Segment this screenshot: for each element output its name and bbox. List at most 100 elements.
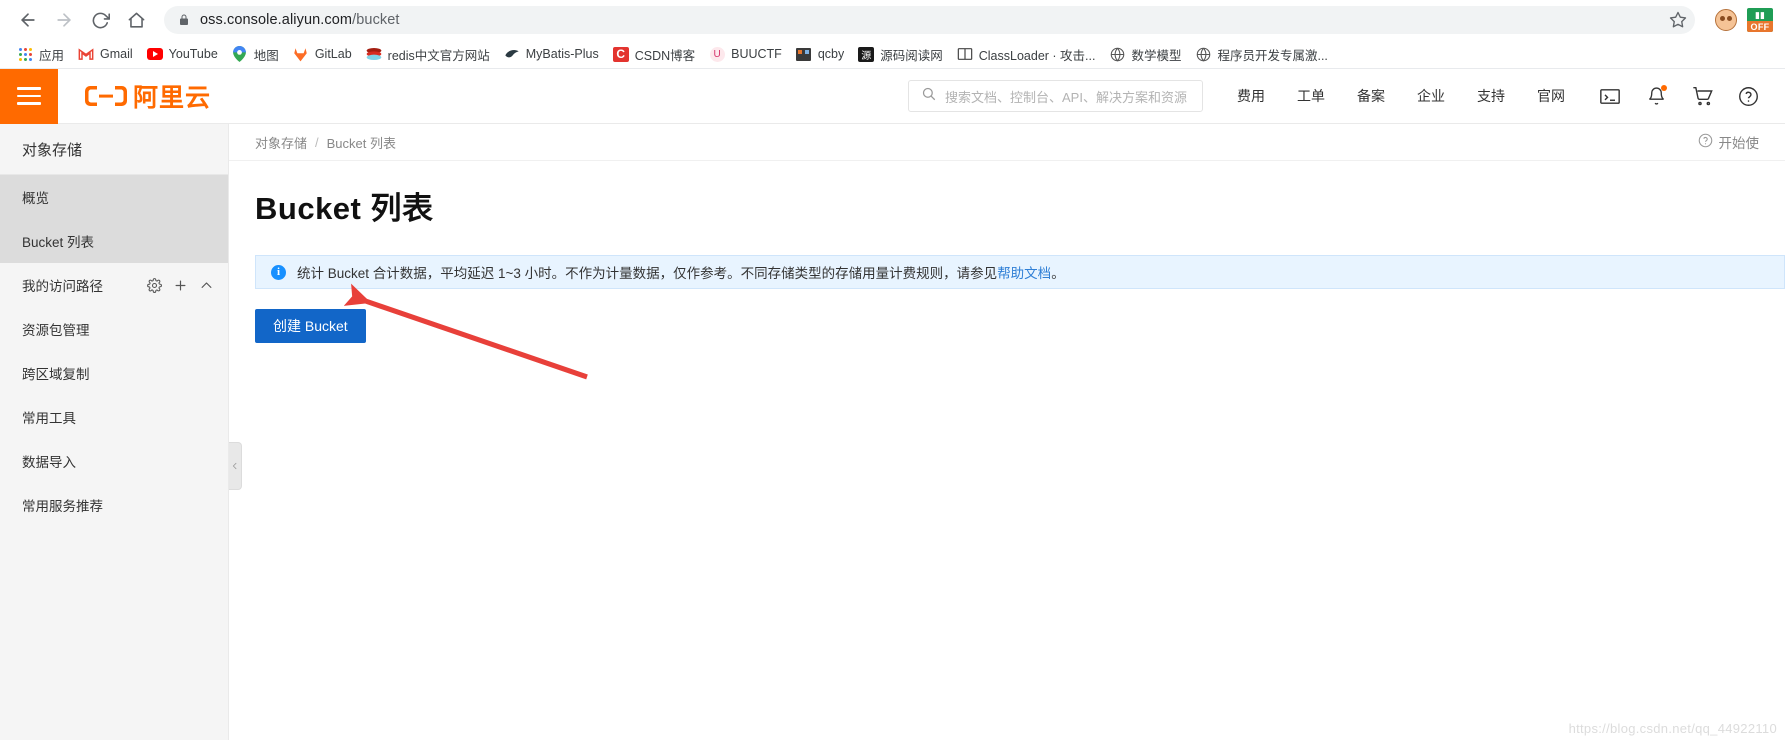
search-placeholder: 搜索文档、控制台、API、解决方案和资源 — [945, 89, 1187, 105]
bookmark-maps[interactable]: 地图 — [225, 42, 286, 67]
info-banner-text-after: 。 — [1051, 266, 1065, 281]
sidebar-item-label: 我的访问路径 — [22, 279, 103, 294]
create-bucket-button[interactable]: 创建 Bucket — [255, 309, 366, 343]
info-banner: i 统计 Bucket 合计数据，平均延迟 1~3 小时。不作为计量数据，仅作参… — [255, 255, 1785, 289]
breadcrumb-root[interactable]: 对象存储 — [255, 133, 307, 152]
header-nav-fee[interactable]: 费用 — [1221, 86, 1281, 106]
browser-toolbar: oss.console.aliyun.com/bucket ▮▮ OFF — [0, 0, 1785, 40]
lock-icon — [178, 13, 190, 27]
extension-off-icon[interactable]: ▮▮ OFF — [1747, 7, 1773, 33]
bookmark-label: 程序员开发专属激... — [1217, 48, 1328, 63]
sidebar-item-data-import[interactable]: 数据导入 — [0, 439, 228, 483]
buuctf-icon: U — [709, 46, 725, 62]
bookmark-redis[interactable]: redis中文官方网站 — [359, 42, 497, 67]
sidebar-item-bucket-list[interactable]: Bucket 列表 — [0, 219, 228, 263]
bookmark-apps[interactable]: 应用 — [10, 42, 71, 67]
bookmark-label: 应用 — [39, 48, 65, 63]
bookmarks-bar: 应用 Gmail YouTube 地图 GitLab redis中文官方网站 M… — [0, 40, 1785, 69]
bookmark-label: YouTube — [168, 47, 218, 61]
gitlab-icon — [293, 46, 309, 62]
search-icon — [921, 86, 936, 106]
source-read-icon: 源 — [858, 46, 875, 62]
sidebar-item-recommended-services[interactable]: 常用服务推荐 — [0, 483, 228, 527]
bookmark-math-model[interactable]: 数学模型 — [1102, 42, 1188, 67]
home-icon[interactable] — [120, 4, 152, 36]
bookmark-mybatis-plus[interactable]: MyBatis-Plus — [497, 43, 606, 65]
sidebar-collapse-handle[interactable] — [229, 442, 242, 490]
bookmark-dev-activation[interactable]: 程序员开发专属激... — [1188, 42, 1334, 67]
url-text: oss.console.aliyun.com/bucket — [200, 12, 400, 28]
bookmark-label: qcby — [817, 47, 845, 61]
bookmark-label: CSDN博客 — [634, 48, 696, 63]
info-banner-text: 统计 Bucket 合计数据，平均延迟 1~3 小时。不作为计量数据，仅作参考。… — [297, 262, 1065, 282]
extension-monkey-icon[interactable] — [1713, 7, 1739, 33]
page-title: Bucket 列表 — [255, 191, 434, 226]
apps-grid-icon — [17, 46, 33, 62]
plus-icon[interactable] — [173, 278, 188, 293]
gmail-icon — [78, 46, 94, 62]
reload-icon[interactable] — [84, 4, 116, 36]
gear-icon[interactable] — [147, 277, 162, 293]
bookmark-label: Gmail — [100, 47, 133, 61]
info-icon: i — [271, 264, 286, 280]
breadcrumb-separator: / — [315, 134, 319, 150]
header-nav-support[interactable]: 支持 — [1461, 86, 1521, 106]
sidebar-active-group: 概览 Bucket 列表 — [0, 175, 228, 263]
chevron-up-icon[interactable] — [199, 278, 214, 293]
bookmark-buuctf[interactable]: U BUUCTF — [702, 43, 789, 65]
globe-icon — [1195, 46, 1211, 62]
globe-icon — [1109, 46, 1125, 62]
classloader-icon — [957, 46, 973, 62]
bookmark-gmail[interactable]: Gmail — [71, 43, 140, 65]
forward-arrow-icon[interactable] — [48, 4, 80, 36]
sidebar-item-label: 数据导入 — [22, 455, 76, 470]
header-nav: 费用 工单 备案 企业 支持 官网 — [1221, 86, 1581, 106]
bookmark-label: MyBatis-Plus — [525, 47, 599, 61]
header-nav-website[interactable]: 官网 — [1521, 86, 1581, 106]
aliyun-logo-text: 阿里云 — [133, 83, 212, 112]
sidebar-item-label: Bucket 列表 — [22, 235, 95, 250]
bookmark-label: 地图 — [253, 48, 279, 63]
search-input[interactable]: 搜索文档、控制台、API、解决方案和资源 — [908, 80, 1203, 112]
back-arrow-icon[interactable] — [12, 4, 44, 36]
shopping-cart-icon[interactable] — [1679, 78, 1725, 114]
help-circle-icon[interactable] — [1725, 78, 1771, 114]
breadcrumb-row: 对象存储 / Bucket 列表 开始使 — [229, 124, 1785, 161]
sidebar-item-label: 跨区域复制 — [22, 367, 90, 382]
sidebar-item-label: 资源包管理 — [22, 323, 90, 338]
aliyun-logo-mark — [84, 83, 128, 109]
bookmark-star-icon[interactable] — [1663, 5, 1693, 35]
sidebar-title: 对象存储 — [0, 124, 228, 175]
terminal-icon[interactable] — [1587, 78, 1633, 114]
csdn-icon: C — [612, 46, 629, 62]
address-bar[interactable]: oss.console.aliyun.com/bucket — [164, 6, 1695, 34]
question-circle-icon — [1698, 133, 1713, 151]
google-maps-icon — [232, 46, 248, 62]
header-nav-enterprise[interactable]: 企业 — [1401, 86, 1461, 106]
header-icon-group — [1587, 78, 1771, 114]
sidebar-item-resource-package[interactable]: 资源包管理 — [0, 307, 228, 351]
sidebar: 对象存储 概览 Bucket 列表 我的访问路径 资源包管理 跨区域复制 常用工… — [0, 124, 229, 740]
bookmark-gitlab[interactable]: GitLab — [286, 43, 359, 65]
youtube-icon — [146, 46, 163, 62]
bookmark-youtube[interactable]: YouTube — [140, 43, 225, 65]
header-nav-ticket[interactable]: 工单 — [1281, 86, 1341, 106]
main-content: 对象存储 / Bucket 列表 开始使 Bucket 列表 i 统计 Buck… — [229, 124, 1785, 740]
bookmark-source-read[interactable]: 源 源码阅读网 — [851, 42, 950, 67]
bookmark-label: 数学模型 — [1131, 48, 1182, 63]
start-guide-link[interactable]: 开始使 — [1698, 132, 1759, 152]
help-doc-link[interactable]: 帮助文档 — [997, 266, 1051, 281]
sidebar-item-cross-region-replication[interactable]: 跨区域复制 — [0, 351, 228, 395]
breadcrumb: 对象存储 / Bucket 列表 — [255, 133, 396, 152]
aliyun-logo[interactable]: 阿里云 — [84, 78, 211, 114]
bookmark-classloader[interactable]: ClassLoader · 攻击... — [950, 42, 1103, 67]
bell-notification-icon[interactable] — [1633, 78, 1679, 114]
sidebar-item-common-tools[interactable]: 常用工具 — [0, 395, 228, 439]
hamburger-menu-icon[interactable] — [0, 68, 58, 124]
sidebar-item-overview[interactable]: 概览 — [0, 175, 228, 219]
bookmark-csdn[interactable]: C CSDN博客 — [606, 42, 702, 67]
sidebar-item-my-access-path[interactable]: 我的访问路径 — [0, 263, 228, 307]
bookmark-label: GitLab — [314, 47, 352, 61]
header-nav-icp[interactable]: 备案 — [1341, 86, 1401, 106]
bookmark-qcby[interactable]: qcby — [789, 43, 851, 65]
